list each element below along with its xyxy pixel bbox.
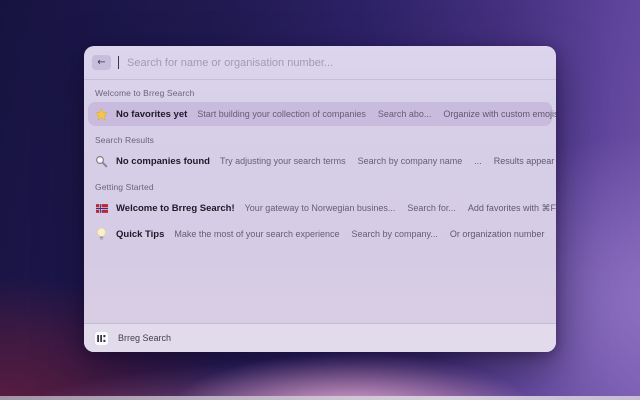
row-accessory: Add favorites with ⌘F — [467, 202, 556, 213]
search-input[interactable] — [127, 56, 546, 69]
section-header: Getting Started — [95, 182, 154, 192]
arrow-left-icon: ← — [97, 56, 106, 68]
row-tag: ... — [474, 156, 482, 166]
section-search-results: Search Results No companies found Try ad… — [88, 135, 556, 173]
results-list: Welcome to Brreg Search No favorites yet… — [84, 80, 556, 323]
list-item-no-favorites[interactable]: No favorites yet Start building your col… — [88, 102, 556, 126]
row-title: No companies found — [116, 155, 210, 167]
row-title: Quick Tips — [116, 228, 165, 240]
list-item-no-companies[interactable]: No companies found Try adjusting your se… — [88, 149, 556, 173]
star-icon — [95, 107, 108, 121]
row-subtitle: Your gateway to Norwegian busines... — [244, 203, 396, 213]
back-button[interactable]: ← — [92, 55, 111, 70]
desktop-background: ← Welcome to Brreg Search No favorites y… — [0, 0, 640, 400]
norway-flag-icon — [95, 202, 108, 215]
section-getting-started: Getting Started Welcome to Brreg Search!… — [88, 182, 556, 246]
lightbulb-icon — [95, 227, 108, 241]
magnifier-icon — [95, 155, 108, 168]
row-subtitle: Try adjusting your search terms — [219, 156, 346, 166]
row-accessory: Or organization number — [449, 229, 545, 239]
row-title: No favorites yet — [116, 108, 188, 120]
row-tag: Search by company... — [351, 229, 438, 239]
row-tag: Search abo... — [377, 109, 432, 119]
row-subtitle: Start building your collection of compan… — [197, 109, 366, 119]
row-accessory: Results appear here — [493, 156, 556, 166]
row-subtitle: Make the most of your search experience — [174, 229, 340, 239]
search-bar: ← — [84, 46, 556, 79]
text-caret — [118, 56, 119, 69]
list-item-quick-tips[interactable]: Quick Tips Make the most of your search … — [88, 222, 552, 246]
list-item-welcome[interactable]: Welcome to Brreg Search! Your gateway to… — [88, 196, 556, 220]
row-title: Welcome to Brreg Search! — [116, 202, 235, 214]
screen-bottom-strip — [0, 396, 640, 400]
window-footer: Brreg Search — [84, 323, 556, 352]
brreg-logo-icon — [94, 330, 109, 346]
section-welcome: Welcome to Brreg Search No favorites yet… — [88, 88, 556, 126]
row-accessory: Organize with custom emojis — [443, 109, 556, 119]
row-tag: Search for... — [407, 203, 456, 213]
section-header: Search Results — [95, 135, 155, 145]
brreg-search-window: ← Welcome to Brreg Search No favorites y… — [84, 46, 556, 352]
app-name: Brreg Search — [118, 333, 172, 343]
row-tag: Search by company name — [357, 156, 463, 166]
section-header: Welcome to Brreg Search — [95, 88, 195, 98]
